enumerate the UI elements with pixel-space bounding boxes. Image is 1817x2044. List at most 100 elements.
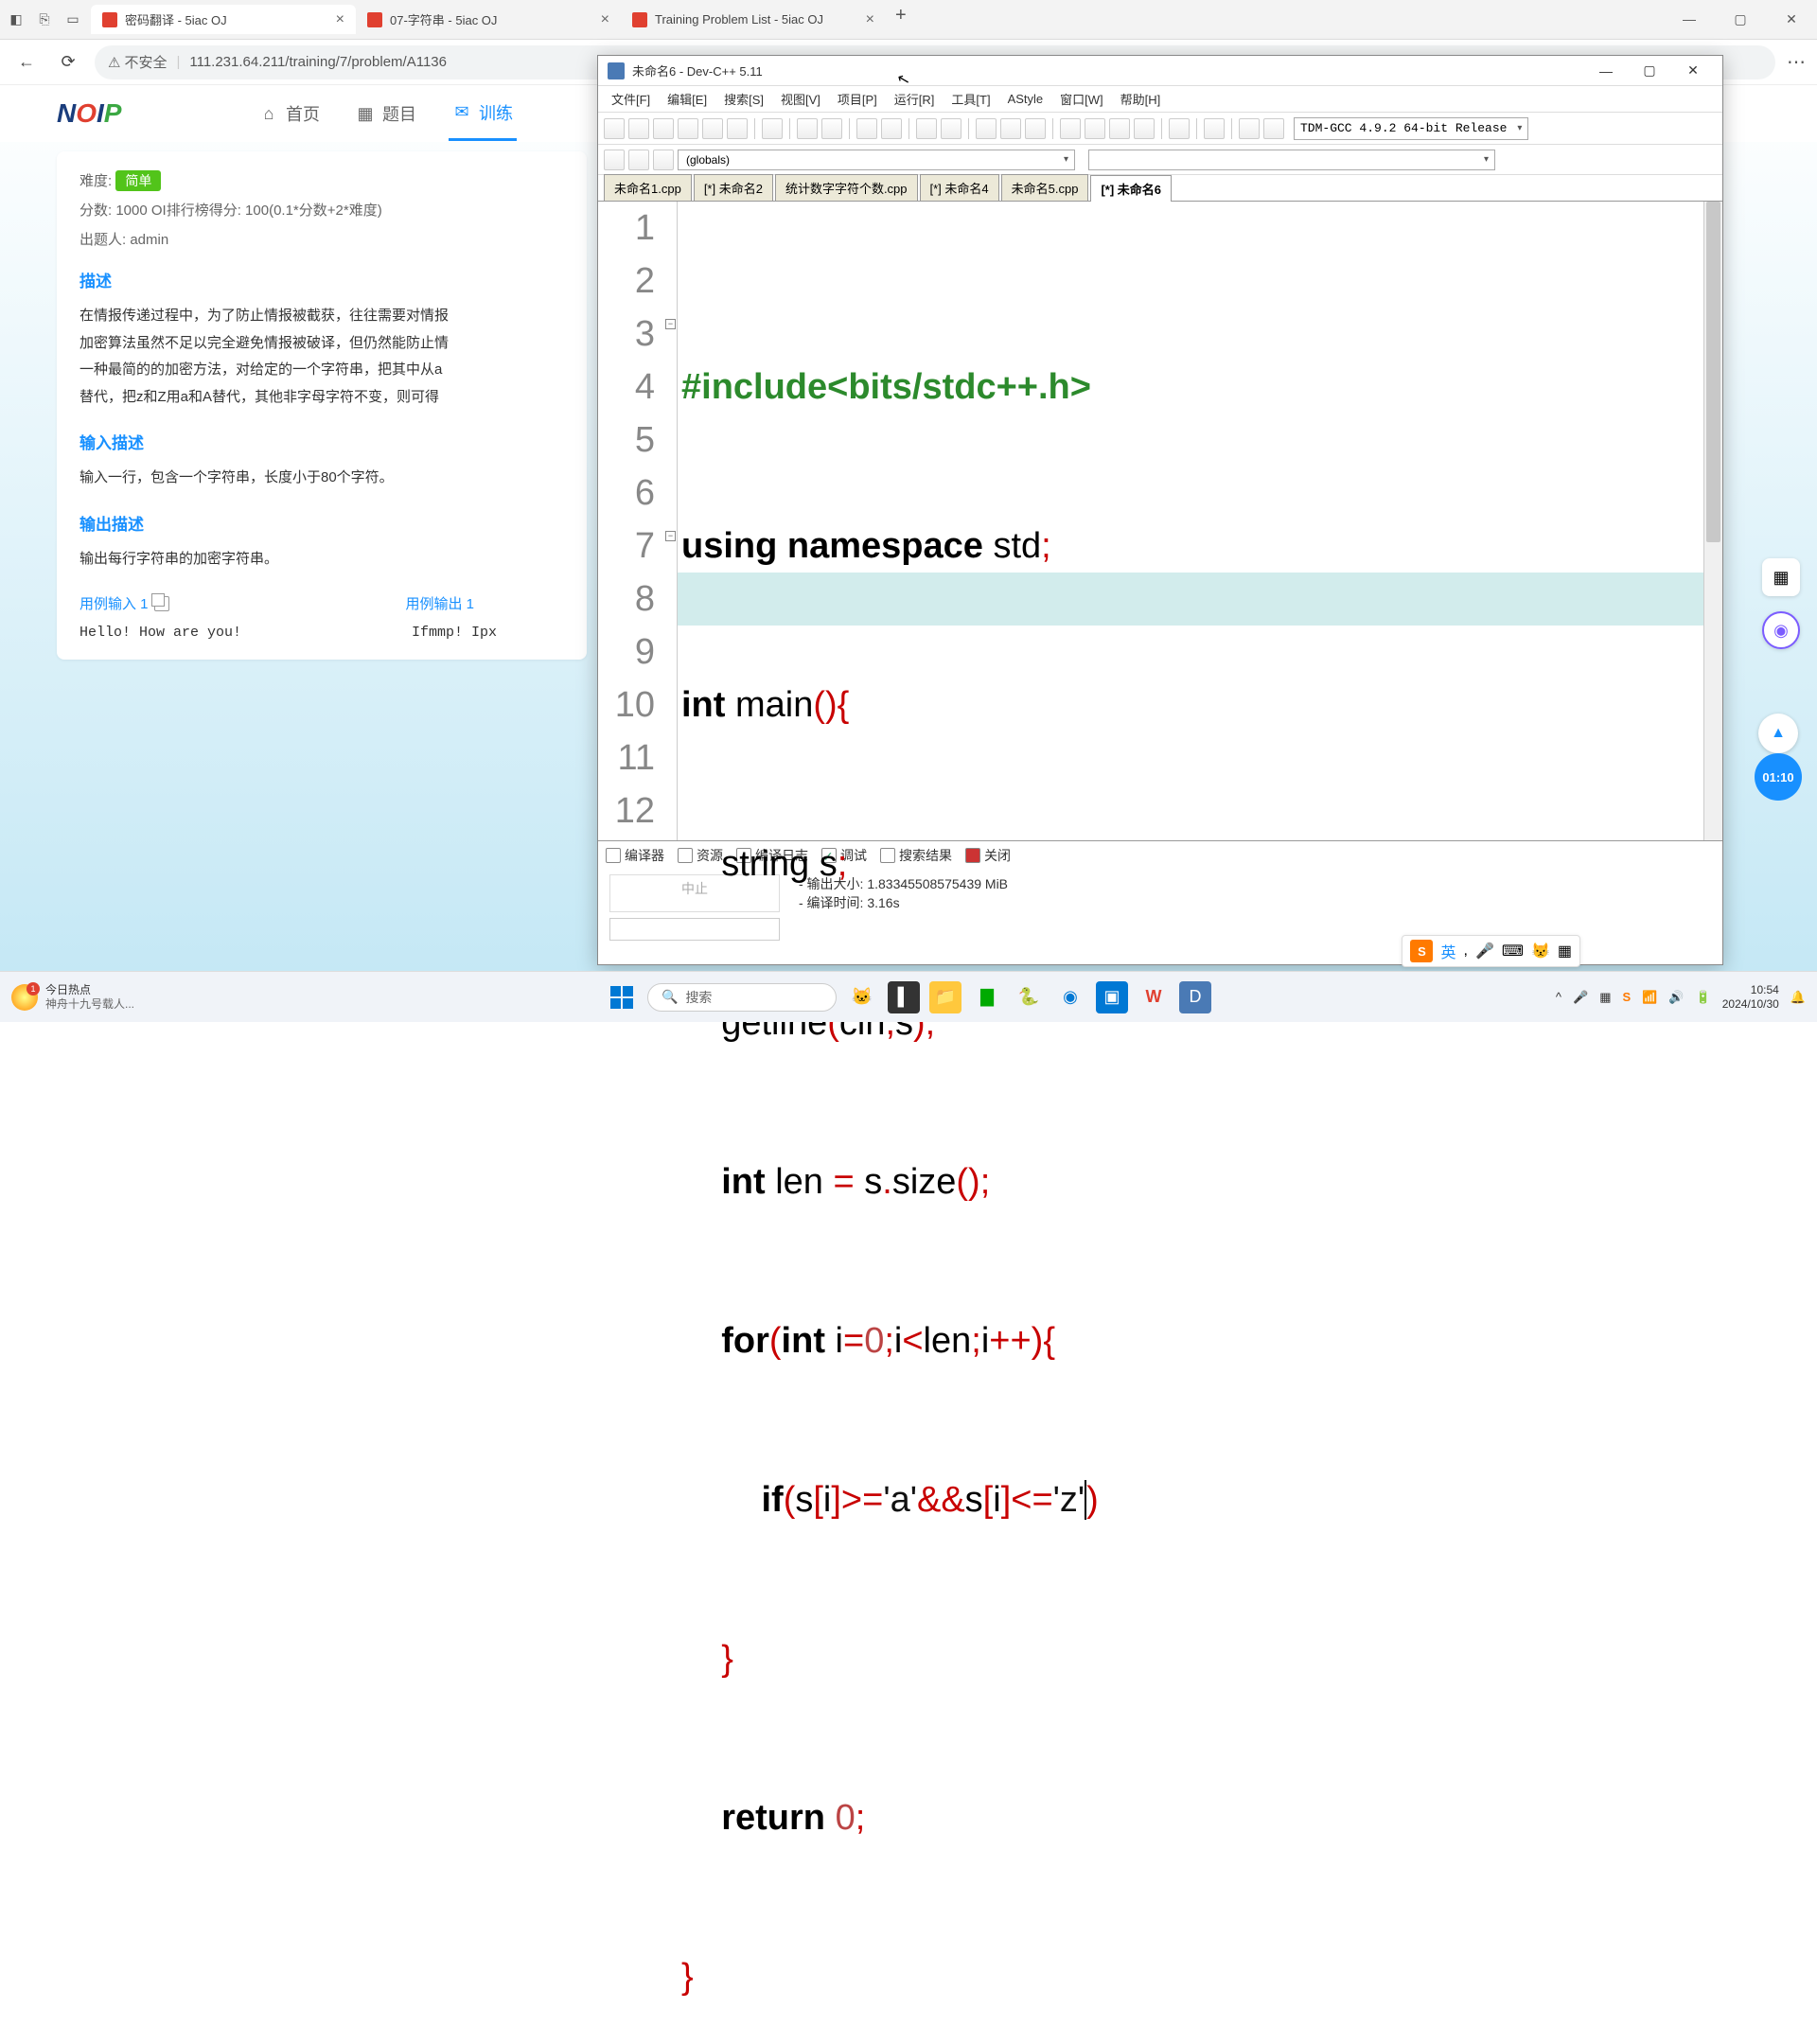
profile-icon[interactable] bbox=[1134, 118, 1155, 139]
ime-keyboard-icon[interactable]: ⌨ bbox=[1502, 942, 1524, 960]
compile-icon[interactable] bbox=[976, 118, 997, 139]
app-icon[interactable]: ▇ bbox=[971, 981, 1003, 1013]
volume-icon[interactable]: 🔊 bbox=[1668, 990, 1684, 1005]
bookmark-icon[interactable] bbox=[941, 118, 961, 139]
file-tab[interactable]: [*] 未命名2 bbox=[694, 174, 773, 201]
ime-punct[interactable]: , bbox=[1463, 943, 1467, 960]
taskbar-search[interactable]: 🔍 搜索 bbox=[647, 983, 837, 1012]
minimize-button[interactable]: — bbox=[1671, 11, 1707, 27]
tray-app-icon[interactable]: ▦ bbox=[1599, 990, 1611, 1005]
open-icon[interactable] bbox=[628, 118, 649, 139]
menu-tools[interactable]: 工具[T] bbox=[944, 87, 997, 111]
python-icon[interactable]: 🐍 bbox=[1013, 981, 1045, 1013]
edge-icon[interactable]: ◉ bbox=[1054, 981, 1086, 1013]
file-tab[interactable]: 未命名1.cpp bbox=[604, 174, 692, 201]
ime-emoji-icon[interactable]: 😾 bbox=[1531, 942, 1550, 960]
nav-problems[interactable]: ▦ 题目 bbox=[352, 87, 420, 141]
store-icon[interactable]: ▣ bbox=[1096, 981, 1128, 1013]
x-icon[interactable] bbox=[1204, 118, 1225, 139]
file-tab-active[interactable]: [*] 未命名6 bbox=[1090, 175, 1172, 202]
sogou-icon[interactable]: S bbox=[1410, 940, 1433, 962]
collections-icon[interactable]: ⎘ bbox=[36, 11, 53, 28]
debug-icon[interactable] bbox=[1085, 118, 1105, 139]
run-icon[interactable] bbox=[1000, 118, 1021, 139]
new-tab-button[interactable]: + bbox=[886, 5, 916, 34]
start-button[interactable] bbox=[606, 981, 638, 1013]
scope-select[interactable]: (globals) bbox=[678, 150, 1075, 170]
taskbar-weather[interactable]: 1 今日热点 神舟十九号载人... bbox=[11, 983, 134, 1011]
menu-icon[interactable]: ⋯ bbox=[1787, 50, 1806, 74]
file-tab[interactable]: 未命名5.cpp bbox=[1001, 174, 1089, 201]
goto-icon[interactable] bbox=[916, 118, 937, 139]
close-icon[interactable]: × bbox=[866, 11, 874, 28]
tab-2[interactable]: 07-字符串 - 5iac OJ × bbox=[356, 5, 621, 34]
tray-sogou-icon[interactable]: S bbox=[1623, 990, 1632, 1004]
undo-icon[interactable] bbox=[797, 118, 818, 139]
goto-decl-icon[interactable] bbox=[653, 150, 674, 170]
wifi-icon[interactable]: 📶 bbox=[1642, 990, 1657, 1005]
menu-help[interactable]: 帮助[H] bbox=[1113, 87, 1169, 111]
member-select[interactable] bbox=[1088, 150, 1495, 170]
qr-icon[interactable]: ▦ bbox=[1762, 558, 1800, 596]
compiler-select[interactable]: TDM-GCC 4.9.2 64-bit Release bbox=[1294, 117, 1528, 140]
code-editor[interactable]: 123456789101112 − − #include<bits/stdc++… bbox=[598, 202, 1722, 840]
menu-edit[interactable]: 编辑[E] bbox=[660, 87, 714, 111]
fold-icon[interactable]: − bbox=[665, 531, 676, 541]
compile-run-icon[interactable] bbox=[1025, 118, 1046, 139]
file-tab[interactable]: [*] 未命名4 bbox=[920, 174, 999, 201]
fold-icon[interactable]: − bbox=[665, 319, 676, 329]
check-icon[interactable] bbox=[1169, 118, 1190, 139]
tab-3[interactable]: Training Problem List - 5iac OJ × bbox=[621, 5, 886, 34]
ime-lang[interactable]: 英 bbox=[1440, 940, 1455, 962]
redo-icon[interactable] bbox=[821, 118, 842, 139]
menu-project[interactable]: 项目[P] bbox=[830, 87, 885, 111]
menu-run[interactable]: 运行[R] bbox=[887, 87, 943, 111]
replace-icon[interactable] bbox=[881, 118, 902, 139]
nav-training[interactable]: ✉ 训练 bbox=[449, 87, 517, 141]
timer-badge[interactable]: 01:10 bbox=[1755, 753, 1802, 801]
menu-file[interactable]: 文件[F] bbox=[604, 87, 658, 111]
ime-mic-icon[interactable]: 🎤 bbox=[1475, 942, 1494, 960]
bug-icon[interactable] bbox=[1263, 118, 1284, 139]
print-icon[interactable] bbox=[762, 118, 783, 139]
chart-icon[interactable] bbox=[1239, 118, 1260, 139]
close-icon[interactable]: × bbox=[601, 11, 609, 28]
site-logo[interactable]: NOIP bbox=[57, 90, 180, 137]
menu-astyle[interactable]: AStyle bbox=[1000, 89, 1051, 109]
nav-home[interactable]: ⌂ 首页 bbox=[256, 87, 324, 141]
goto-def-icon[interactable] bbox=[628, 150, 649, 170]
stop-icon[interactable] bbox=[1109, 118, 1130, 139]
close-file-icon[interactable] bbox=[702, 118, 723, 139]
tab-1[interactable]: 密码翻译 - 5iac OJ × bbox=[91, 5, 356, 34]
devcpp-titlebar[interactable]: 未命名6 - Dev-C++ 5.11 — ▢ ✕ bbox=[598, 56, 1722, 86]
find-icon[interactable] bbox=[856, 118, 877, 139]
app-icon[interactable]: ▌ bbox=[888, 981, 920, 1013]
workspace-icon[interactable]: ◧ bbox=[8, 11, 25, 28]
file-explorer-icon[interactable]: 📁 bbox=[929, 981, 961, 1013]
maximize-button[interactable]: ▢ bbox=[1630, 58, 1669, 84]
back-button[interactable]: ← bbox=[11, 47, 42, 78]
app-icon[interactable]: 🐱 bbox=[846, 981, 878, 1013]
tabview-icon[interactable]: ▭ bbox=[64, 11, 81, 28]
menu-search[interactable]: 搜索[S] bbox=[716, 87, 771, 111]
tray-chevron-icon[interactable]: ^ bbox=[1556, 990, 1561, 1004]
refresh-button[interactable]: ⟳ bbox=[53, 47, 83, 78]
notification-icon[interactable]: 🔔 bbox=[1791, 990, 1806, 1005]
tray-mic-icon[interactable]: 🎤 bbox=[1573, 990, 1588, 1005]
close-icon[interactable]: × bbox=[336, 11, 344, 28]
menu-view[interactable]: 视图[V] bbox=[773, 87, 828, 111]
minimize-button[interactable]: — bbox=[1586, 58, 1626, 84]
file-tab[interactable]: 统计数字字符个数.cpp bbox=[775, 174, 918, 201]
copy-icon[interactable] bbox=[154, 596, 169, 611]
close-all-icon[interactable] bbox=[727, 118, 748, 139]
clock[interactable]: 10:54 2024/10/30 bbox=[1722, 983, 1779, 1011]
rebuild-icon[interactable] bbox=[1060, 118, 1081, 139]
devcpp-taskbar-icon[interactable]: D bbox=[1179, 981, 1211, 1013]
maximize-button[interactable]: ▢ bbox=[1722, 11, 1758, 27]
battery-icon[interactable]: 🔋 bbox=[1696, 990, 1711, 1005]
bt-compiler[interactable]: 编译器 bbox=[606, 846, 664, 865]
code-area[interactable]: #include<bits/stdc++.h> using namespace … bbox=[678, 202, 1703, 840]
wps-icon[interactable]: W bbox=[1138, 981, 1170, 1013]
vertical-scrollbar[interactable] bbox=[1703, 202, 1722, 840]
close-button[interactable]: ✕ bbox=[1773, 11, 1809, 27]
